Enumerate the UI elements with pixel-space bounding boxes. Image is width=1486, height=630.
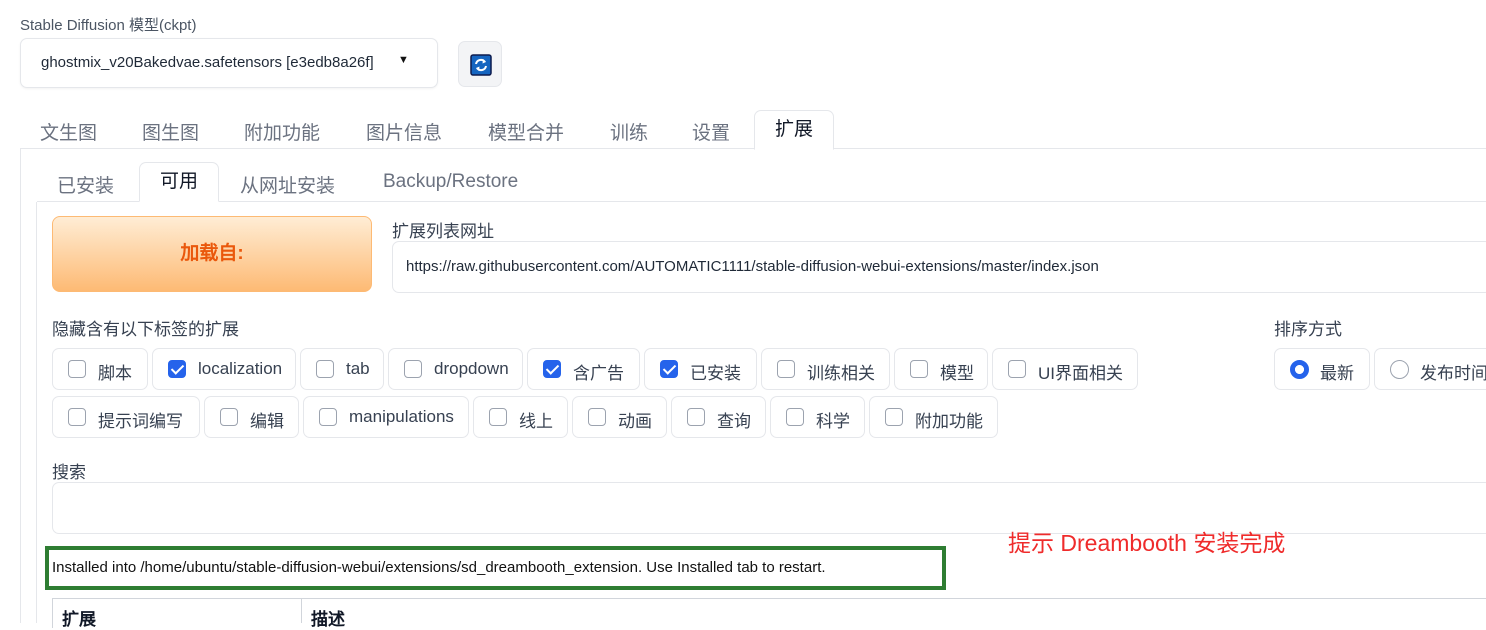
tag-label: 已安装 (690, 364, 741, 383)
tag-checkbox-ads[interactable]: 含广告 (527, 348, 640, 390)
checkbox-icon (316, 360, 334, 378)
tag-checkbox-manipulations[interactable]: manipulations (303, 396, 469, 438)
sort-radio-release-date[interactable]: 发布时间 (1374, 348, 1486, 390)
checkbox-icon (404, 360, 422, 378)
tab-installed[interactable]: 已安装 (57, 171, 114, 198)
table-header-description: 描述 (311, 610, 345, 629)
tag-label: dropdown (434, 359, 509, 378)
tag-label: 查询 (717, 412, 751, 431)
tag-checkbox-training[interactable]: 训练相关 (761, 348, 890, 390)
tag-checkbox-science[interactable]: 科学 (770, 396, 865, 438)
extension-index-url-value: https://raw.githubusercontent.com/AUTOMA… (406, 258, 1099, 275)
tag-checkbox-query[interactable]: 查询 (671, 396, 766, 438)
sort-option-label: 发布时间 (1420, 364, 1486, 383)
search-label: 搜索 (52, 463, 86, 482)
tab-settings[interactable]: 设置 (692, 118, 730, 145)
tab-checkpoint-merger[interactable]: 模型合并 (488, 118, 564, 145)
checkbox-checked-icon (543, 360, 561, 378)
tag-checkbox-animation[interactable]: 动画 (572, 396, 667, 438)
tag-checkbox-editing[interactable]: 编辑 (204, 396, 299, 438)
extensions-table (52, 598, 1486, 628)
load-from-button[interactable]: 加载自: (52, 216, 372, 292)
tag-checkbox-prompting[interactable]: 提示词编写 (52, 396, 200, 438)
checkbox-checked-icon (660, 360, 678, 378)
checkbox-icon (1008, 360, 1026, 378)
tab-backup-restore[interactable]: Backup/Restore (383, 171, 518, 193)
tag-label: 训练相关 (807, 364, 875, 383)
checkbox-icon (489, 408, 507, 426)
tag-label: UI界面相关 (1038, 364, 1123, 383)
refresh-icon (470, 54, 492, 76)
checkbox-checked-icon (168, 360, 186, 378)
checkbox-icon (910, 360, 928, 378)
tag-checkbox-models[interactable]: 模型 (894, 348, 988, 390)
tab-img2img[interactable]: 图生图 (142, 118, 199, 145)
tab-available[interactable]: 可用 (139, 162, 219, 202)
checkbox-icon (220, 408, 238, 426)
tag-label: 模型 (940, 364, 974, 383)
checkbox-icon (319, 408, 337, 426)
caret-down-icon: ▼ (398, 54, 409, 66)
tag-checkbox-tab[interactable]: tab (300, 348, 384, 390)
tag-label: 脚本 (98, 364, 132, 383)
tag-checkbox-ui-related[interactable]: UI界面相关 (992, 348, 1138, 390)
checkbox-icon (777, 360, 795, 378)
extension-index-url-input[interactable]: https://raw.githubusercontent.com/AUTOMA… (392, 241, 1486, 293)
tag-label: manipulations (349, 407, 454, 426)
tag-label: tab (346, 359, 370, 378)
tag-label: 科学 (816, 412, 850, 431)
table-header-extension: 扩展 (62, 610, 96, 629)
checkbox-icon (68, 360, 86, 378)
install-result-message: Installed into /home/ubuntu/stable-diffu… (52, 559, 826, 576)
tab-install-from-url[interactable]: 从网址安装 (240, 171, 335, 198)
tag-label: 附加功能 (915, 412, 983, 431)
tag-checkbox-extras[interactable]: 附加功能 (869, 396, 998, 438)
annotation-text: 提示 Dreambooth 安装完成 (1008, 530, 1286, 556)
tag-label: 线上 (519, 412, 553, 431)
tag-checkbox-online[interactable]: 线上 (473, 396, 568, 438)
sort-radio-newest[interactable]: 最新 (1274, 348, 1370, 390)
install-result-highlight: Installed into /home/ubuntu/stable-diffu… (45, 546, 946, 590)
hide-tags-label: 隐藏含有以下标签的扩展 (52, 320, 239, 339)
checkbox-icon (885, 408, 903, 426)
radio-icon (1390, 360, 1409, 379)
tab-extensions[interactable]: 扩展 (754, 110, 834, 150)
model-select-value: ghostmix_v20Bakedvae.safetensors [e3edb8… (41, 54, 374, 71)
tag-label: 含广告 (573, 364, 624, 383)
tab-extras[interactable]: 附加功能 (244, 118, 320, 145)
refresh-button[interactable] (458, 41, 502, 87)
model-label: Stable Diffusion 模型(ckpt) (20, 17, 197, 34)
tag-checkbox-script[interactable]: 脚本 (52, 348, 148, 390)
tag-checkbox-localization[interactable]: localization (152, 348, 296, 390)
tab-png-info[interactable]: 图片信息 (366, 118, 442, 145)
tab-txt2img[interactable]: 文生图 (40, 118, 97, 145)
sort-order-label: 排序方式 (1274, 320, 1342, 339)
tag-label: 提示词编写 (98, 412, 183, 431)
tag-label: 编辑 (250, 412, 284, 431)
checkbox-icon (786, 408, 804, 426)
tag-label: 动画 (618, 412, 652, 431)
sort-option-label: 最新 (1320, 364, 1354, 383)
checkbox-icon (68, 408, 86, 426)
checkbox-icon (687, 408, 705, 426)
tab-train[interactable]: 训练 (610, 118, 648, 145)
tag-checkbox-dropdown[interactable]: dropdown (388, 348, 523, 390)
tag-label: localization (198, 359, 283, 378)
tag-checkbox-installed[interactable]: 已安装 (644, 348, 757, 390)
extension-index-url-label: 扩展列表网址 (392, 222, 494, 241)
checkbox-icon (588, 408, 606, 426)
model-select[interactable]: ghostmix_v20Bakedvae.safetensors [e3edb8… (20, 38, 438, 88)
table-column-divider (301, 599, 302, 623)
radio-selected-icon (1290, 360, 1309, 379)
